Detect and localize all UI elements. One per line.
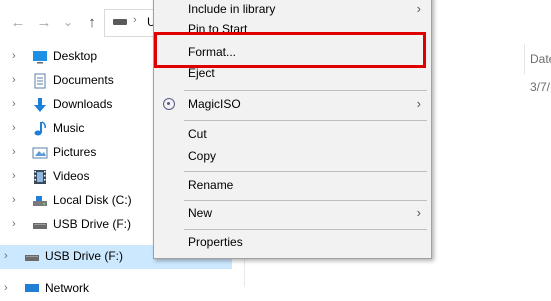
menu-item-label: Cut	[188, 127, 207, 141]
downloads-icon	[34, 98, 46, 112]
chevron-right-icon[interactable]: ›	[4, 250, 8, 262]
network-icon	[25, 284, 39, 292]
menu-item-properties[interactable]: Properties	[154, 232, 431, 254]
forward-button[interactable]: →	[34, 12, 54, 32]
menu-item-label: Copy	[188, 149, 217, 163]
menu-item-label: Properties	[188, 235, 243, 249]
usb-drive-icon	[25, 255, 39, 261]
menu-item-rename[interactable]: Rename	[154, 175, 431, 197]
menu-item-label: Rename	[188, 178, 234, 192]
menu-item-copy[interactable]: Copy	[154, 146, 431, 168]
chevron-right-icon[interactable]: ›	[12, 74, 16, 86]
chevron-right-icon[interactable]: ›	[12, 98, 16, 110]
format-highlight-box	[154, 32, 426, 68]
menu-separator	[184, 200, 427, 201]
menu-item-new[interactable]: New ›	[154, 203, 431, 225]
drive-icon	[113, 19, 127, 25]
menu-item-label: New	[188, 206, 213, 220]
column-separator[interactable]	[524, 44, 525, 74]
sidebar-item-label: USB Drive (F:)	[53, 217, 131, 231]
chevron-right-icon[interactable]: ›	[12, 170, 16, 182]
back-button[interactable]: ←	[8, 12, 28, 32]
desktop-icon	[33, 51, 47, 64]
file-row-date: 3/7/	[530, 80, 551, 94]
menu-item-label: MagicISO	[188, 97, 241, 111]
sidebar-item-label: Network	[45, 281, 90, 295]
sidebar-item-label: Downloads	[53, 97, 113, 111]
sidebar-item-label: Local Disk (C:)	[53, 193, 132, 207]
menu-separator	[184, 120, 427, 121]
sidebar-item-label: USB Drive (F:)	[45, 249, 123, 263]
menu-separator	[184, 229, 427, 230]
local-disk-icon	[33, 196, 47, 206]
submenu-arrow-icon: ›	[416, 1, 421, 16]
menu-item-include-in-library[interactable]: Include in library ›	[154, 1, 431, 24]
sidebar-item-label: Documents	[53, 73, 114, 87]
chevron-right-icon[interactable]: ›	[12, 194, 16, 206]
chevron-right-icon[interactable]: ›	[4, 282, 8, 294]
sidebar-item-label: Pictures	[53, 145, 97, 159]
sidebar-item-label: Videos	[53, 169, 90, 183]
forward-arrow-icon: →	[36, 13, 52, 31]
music-icon	[34, 121, 46, 136]
usb-drive-icon	[33, 223, 47, 229]
menu-item-label: Eject	[188, 66, 215, 80]
menu-item-cut[interactable]: Cut	[154, 124, 431, 146]
magiciso-icon	[163, 98, 175, 110]
back-arrow-icon: ←	[10, 13, 26, 31]
breadcrumb-chevron-icon[interactable]: ›	[133, 14, 137, 26]
pictures-icon	[32, 147, 48, 159]
chevron-right-icon[interactable]: ›	[12, 50, 16, 62]
chevron-right-icon[interactable]: ›	[12, 146, 16, 158]
menu-separator	[184, 90, 427, 91]
menu-item-label: Include in library	[188, 2, 276, 16]
submenu-arrow-icon: ›	[416, 205, 421, 220]
documents-icon	[34, 73, 46, 89]
sidebar-item-network[interactable]: › Network	[0, 277, 232, 301]
sidebar-item-label: Desktop	[53, 49, 98, 63]
menu-separator	[184, 171, 427, 172]
column-header-date[interactable]: Date	[530, 52, 551, 66]
chevron-right-icon[interactable]: ›	[12, 218, 16, 230]
up-arrow-icon: ↑	[88, 13, 96, 31]
chevron-down-icon: ⌄	[62, 15, 74, 29]
videos-icon	[34, 170, 46, 184]
submenu-arrow-icon: ›	[416, 96, 421, 111]
up-button[interactable]: ↑	[82, 12, 102, 32]
recent-locations-button[interactable]: ⌄	[58, 12, 78, 32]
chevron-right-icon[interactable]: ›	[12, 122, 16, 134]
sidebar-item-label: Music	[53, 121, 85, 135]
menu-item-magiciso[interactable]: MagicISO ›	[154, 94, 431, 116]
